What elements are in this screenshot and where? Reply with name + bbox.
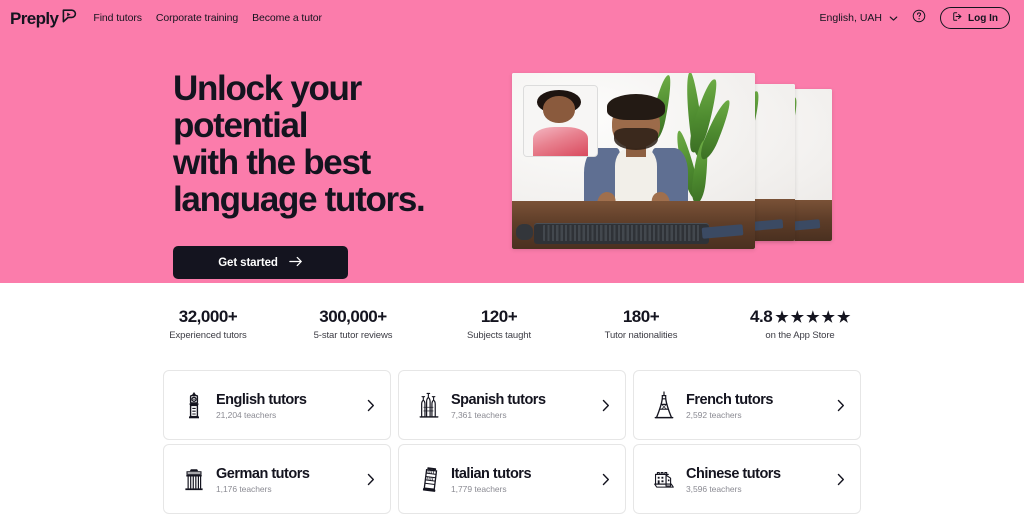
star-icon: ★ xyxy=(775,308,789,326)
chevron-right-icon[interactable] xyxy=(364,399,377,412)
star-rating: ★ ★ ★ ★ ★ xyxy=(775,310,850,325)
card-teacher-count: 7,361 teachers xyxy=(451,409,507,420)
stat-value: 300,000+ xyxy=(319,307,387,326)
hero-section: Preply Find tutors Corporate training Be… xyxy=(0,0,1024,283)
site-header: Preply Find tutors Corporate training Be… xyxy=(0,0,1024,36)
get-started-label: Get started xyxy=(218,256,278,269)
hero-video-call-image xyxy=(512,73,755,249)
language-cards-grid: English tutors 21,204 teachers Spanish t… xyxy=(163,370,861,514)
card-title: Spanish tutors xyxy=(451,391,546,408)
star-icon: ★ xyxy=(837,308,850,326)
logo-wordmark: Preply xyxy=(10,8,59,28)
hero-title: Unlock your potential with the best lang… xyxy=(173,70,503,218)
language-currency-selector[interactable]: English, UAH xyxy=(820,12,898,24)
card-teacher-count: 21,204 teachers xyxy=(216,409,277,420)
card-english-tutors[interactable]: English tutors 21,204 teachers xyxy=(163,370,391,440)
nav-link-become-a-tutor[interactable]: Become a tutor xyxy=(252,12,322,24)
card-title: English tutors xyxy=(216,391,307,408)
stat-subjects-taught: 120+ Subjects taught xyxy=(467,307,531,341)
stat-label: Subjects taught xyxy=(467,330,531,341)
card-text: Chinese tutors 3,596 teachers xyxy=(686,465,823,494)
question-mark-circle-icon[interactable] xyxy=(912,9,926,28)
stat-value: 180+ xyxy=(622,307,660,326)
card-title: French tutors xyxy=(686,391,773,408)
stat-value: 32,000+ xyxy=(178,307,238,326)
stat-app-store-rating: 4.8 ★ ★ ★ ★ ★ on the App Store xyxy=(750,307,850,341)
stat-label: Tutor nationalities xyxy=(604,330,678,341)
log-in-button[interactable]: Log In xyxy=(940,7,1010,29)
card-chinese-tutors[interactable]: Chinese tutors 3,596 teachers xyxy=(633,444,861,514)
primary-nav: Find tutors Corporate training Become a … xyxy=(93,12,322,24)
star-icon: ★ xyxy=(790,308,804,326)
card-title: Chinese tutors xyxy=(686,465,781,482)
picture-in-picture-student xyxy=(522,85,599,158)
stat-rating-row: 4.8 ★ ★ ★ ★ ★ xyxy=(750,307,850,327)
card-title: German tutors xyxy=(216,465,310,482)
stat-label: Experienced tutors xyxy=(169,330,247,341)
card-text: German tutors 1,176 teachers xyxy=(216,465,353,494)
stat-5-star-reviews: 300,000+ 5-star tutor reviews xyxy=(314,307,393,341)
big-ben-icon xyxy=(183,391,205,419)
great-wall-icon xyxy=(653,466,675,492)
chevron-right-icon[interactable] xyxy=(834,399,847,412)
card-title: Italian tutors xyxy=(451,465,532,482)
arrow-right-icon xyxy=(289,256,303,270)
language-currency-value: English, UAH xyxy=(819,12,882,24)
card-teacher-count: 1,176 teachers xyxy=(216,483,272,494)
stat-experienced-tutors: 32,000+ Experienced tutors xyxy=(169,307,247,341)
stat-value: 4.8 xyxy=(750,307,773,326)
card-spanish-tutors[interactable]: Spanish tutors 7,361 teachers xyxy=(398,370,626,440)
sagrada-familia-icon xyxy=(418,391,440,419)
chevron-right-icon[interactable] xyxy=(599,399,612,412)
hero-copy: Unlock your potential with the best lang… xyxy=(173,70,503,279)
card-teacher-count: 2,592 teachers xyxy=(686,409,742,420)
card-text: French tutors 2,592 teachers xyxy=(686,391,823,420)
header-actions: English, UAH Log In xyxy=(820,7,1010,29)
brandenburg-gate-icon xyxy=(183,466,205,492)
stat-tutor-nationalities: 180+ Tutor nationalities xyxy=(605,307,678,341)
card-teacher-count: 3,596 teachers xyxy=(686,483,742,494)
chevron-right-icon[interactable] xyxy=(364,473,377,486)
card-text: English tutors 21,204 teachers xyxy=(216,391,353,420)
chevron-right-icon[interactable] xyxy=(599,473,612,486)
log-in-button-label: Log In xyxy=(968,12,998,24)
card-german-tutors[interactable]: German tutors 1,176 teachers xyxy=(163,444,391,514)
chevron-right-icon[interactable] xyxy=(834,473,847,486)
landing-page: Preply Find tutors Corporate training Be… xyxy=(0,0,1024,515)
stat-label: on the App Store xyxy=(765,330,835,341)
eiffel-tower-icon xyxy=(653,391,675,419)
stats-row: 32,000+ Experienced tutors 300,000+ 5-st… xyxy=(0,283,1024,365)
get-started-button[interactable]: Get started xyxy=(173,246,348,279)
stat-value: 120+ xyxy=(480,307,518,326)
card-teacher-count: 1,779 teachers xyxy=(451,483,507,494)
stat-label: 5-star tutor reviews xyxy=(313,330,393,341)
leaning-tower-icon xyxy=(418,465,440,493)
hero-title-line-1: Unlock your potential xyxy=(173,69,362,145)
preply-logo[interactable]: Preply xyxy=(10,8,77,29)
star-icon: ★ xyxy=(806,308,820,326)
card-italian-tutors[interactable]: Italian tutors 1,779 teachers xyxy=(398,444,626,514)
card-text: Italian tutors 1,779 teachers xyxy=(451,465,588,494)
card-french-tutors[interactable]: French tutors 2,592 teachers xyxy=(633,370,861,440)
hero-title-line-2: with the best xyxy=(173,143,371,182)
nav-link-corporate-training[interactable]: Corporate training xyxy=(156,12,238,24)
speech-bubble-play-icon xyxy=(61,8,77,29)
star-icon: ★ xyxy=(821,308,835,326)
login-arrow-icon xyxy=(952,11,963,25)
chevron-down-icon xyxy=(889,14,898,23)
nav-link-find-tutors[interactable]: Find tutors xyxy=(93,12,142,24)
hero-title-line-3: language tutors. xyxy=(173,180,426,219)
card-text: Spanish tutors 7,361 teachers xyxy=(451,391,588,420)
